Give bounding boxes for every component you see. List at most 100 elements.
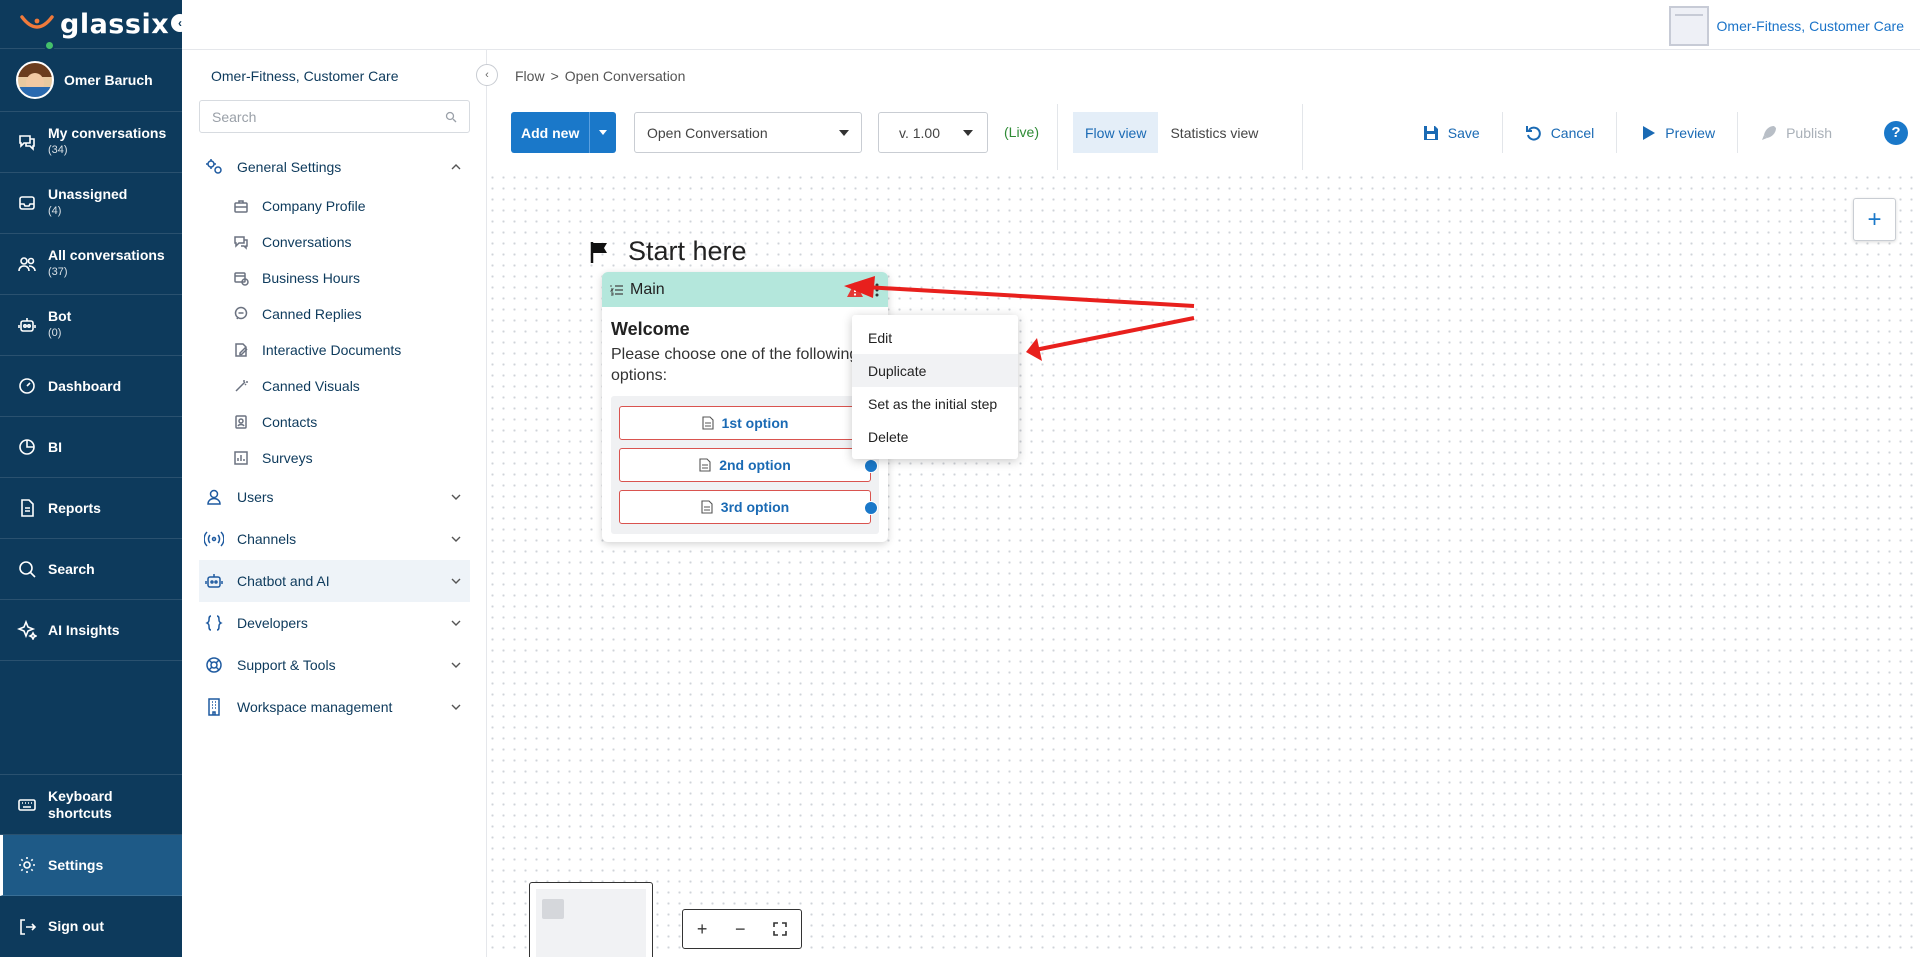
document-edit-icon <box>232 341 250 359</box>
more-options-icon[interactable] <box>874 282 880 298</box>
lifebuoy-icon <box>203 654 225 676</box>
menu-general-settings[interactable]: General Settings <box>199 146 470 188</box>
connection-port[interactable] <box>864 501 878 515</box>
nav-sign-out[interactable]: Sign out <box>0 896 182 957</box>
add-new-button[interactable]: Add new <box>511 112 590 153</box>
gauge-icon <box>16 375 38 397</box>
option-label: 1st option <box>721 415 789 431</box>
menu-users[interactable]: Users <box>199 476 470 518</box>
nav-count: (0) <box>48 327 62 339</box>
flow-toolbar: Add new Open Conversation v. 1.00 (Live)… <box>487 104 1920 170</box>
save-button[interactable]: Save <box>1400 112 1503 153</box>
settings-search-input[interactable]: Search <box>199 100 470 133</box>
flow-actions: Save Cancel Preview Publish ? <box>1400 112 1920 153</box>
menu-label: Workspace management <box>237 699 393 715</box>
menu-item-edit[interactable]: Edit <box>852 321 1018 354</box>
nav-label: All conversations <box>48 247 165 263</box>
submenu-canned-replies[interactable]: Canned Replies <box>199 296 470 332</box>
version-select[interactable]: v. 1.00 <box>878 112 988 153</box>
chevron-down-icon <box>451 578 461 584</box>
connection-port[interactable] <box>864 459 878 473</box>
nav-my-conversations[interactable]: My conversations (34) <box>0 112 182 173</box>
submenu-business-hours[interactable]: Business Hours <box>199 260 470 296</box>
menu-developers[interactable]: Developers <box>199 602 470 644</box>
submenu-label: Business Hours <box>262 270 361 286</box>
submenu-surveys[interactable]: Surveys <box>199 440 470 476</box>
submenu-canned-visuals[interactable]: Canned Visuals <box>199 368 470 404</box>
nav-label: AI Insights <box>48 621 120 638</box>
users-icon <box>16 253 38 275</box>
zoom-out-icon[interactable]: − <box>735 919 746 940</box>
search-icon <box>445 111 457 122</box>
nav-search[interactable]: Search <box>0 539 182 600</box>
warning-icon[interactable] <box>846 281 864 299</box>
flow-canvas[interactable]: + Start here Main Welcome Please choose … <box>487 172 1920 957</box>
tab-statistics-view[interactable]: Statistics view <box>1158 112 1270 153</box>
chevron-down-icon <box>451 620 461 626</box>
menu-label: Chatbot and AI <box>237 573 330 589</box>
nav-bi[interactable]: BI <box>0 417 182 478</box>
menu-support-tools[interactable]: Support & Tools <box>199 644 470 686</box>
robot-icon <box>203 570 225 592</box>
flow-step-node[interactable]: Main Welcome Please choose one of the fo… <box>602 272 888 542</box>
node-options: 1st option 2nd option 3rd option <box>611 396 879 534</box>
nav-dashboard[interactable]: Dashboard <box>0 356 182 417</box>
help-button[interactable]: ? <box>1884 120 1908 145</box>
nav-label: My conversations <box>48 125 167 141</box>
menu-item-set-initial-step[interactable]: Set as the initial step <box>852 387 1018 420</box>
submenu-contacts[interactable]: Contacts <box>199 404 470 440</box>
minimap-node <box>542 899 564 919</box>
nav-ai-insights[interactable]: AI Insights <box>0 600 182 661</box>
fit-view-icon[interactable] <box>773 922 787 936</box>
publish-button[interactable]: Publish <box>1738 112 1854 153</box>
zoom-in-icon[interactable]: + <box>697 919 708 940</box>
node-title: Main <box>630 280 665 298</box>
option-button[interactable]: 3rd option <box>619 490 878 524</box>
minimap[interactable] <box>529 882 653 957</box>
top-header: Omer-Fitness, Customer Care <box>182 0 1920 50</box>
menu-item-duplicate[interactable]: Duplicate <box>852 354 1018 387</box>
org-switcher[interactable]: Omer-Fitness, Customer Care <box>1668 6 1904 46</box>
nav-settings[interactable]: Settings <box>0 835 182 896</box>
menu-channels[interactable]: Channels <box>199 518 470 560</box>
nav-keyboard-shortcuts[interactable]: Keyboard shortcuts <box>0 774 182 835</box>
nav-label: BI <box>48 438 62 455</box>
menu-workspace-management[interactable]: Workspace management <box>199 686 470 728</box>
menu-chatbot-and-ai[interactable]: Chatbot and AI <box>199 560 470 602</box>
option-button[interactable]: 2nd option <box>619 448 878 482</box>
document-icon <box>701 416 714 430</box>
nav-label: Reports <box>48 499 101 516</box>
submenu-label: Canned Visuals <box>262 378 360 394</box>
add-step-button[interactable]: + <box>1853 198 1896 241</box>
nav-unassigned[interactable]: Unassigned (4) <box>0 173 182 234</box>
chevron-down-icon <box>451 704 461 710</box>
bar-chart-icon <box>232 449 250 467</box>
menu-item-delete[interactable]: Delete <box>852 420 1018 453</box>
contact-card-icon <box>232 413 250 431</box>
option-button[interactable]: 1st option <box>619 406 871 440</box>
add-new-dropdown-button[interactable] <box>589 112 617 153</box>
tab-flow-view[interactable]: Flow view <box>1073 112 1159 153</box>
submenu-company-profile[interactable]: Company Profile <box>199 188 470 224</box>
breadcrumb-flow-link[interactable]: Flow <box>515 68 545 84</box>
flow-select[interactable]: Open Conversation <box>634 112 862 153</box>
gears-icon <box>203 156 225 178</box>
submenu-label: Surveys <box>262 450 313 466</box>
nav-label: Unassigned <box>48 186 128 202</box>
submenu-label: Conversations <box>262 234 352 250</box>
nav-reports[interactable]: Reports <box>0 478 182 539</box>
user-profile[interactable]: Omer Baruch <box>0 40 182 112</box>
annotation-arrow-icon <box>844 276 1195 308</box>
nav-bot[interactable]: Bot (0) <box>0 295 182 356</box>
chat-icon <box>232 233 250 251</box>
publish-label: Publish <box>1786 124 1832 141</box>
submenu-label: Interactive Documents <box>262 342 402 358</box>
menu-label: Users <box>237 489 274 505</box>
submenu-interactive-documents[interactable]: Interactive Documents <box>199 332 470 368</box>
submenu-conversations[interactable]: Conversations <box>199 224 470 260</box>
document-icon <box>699 458 711 472</box>
preview-button[interactable]: Preview <box>1617 112 1739 153</box>
code-braces-icon <box>203 612 225 634</box>
nav-all-conversations[interactable]: All conversations (37) <box>0 234 182 295</box>
cancel-button[interactable]: Cancel <box>1503 112 1618 153</box>
